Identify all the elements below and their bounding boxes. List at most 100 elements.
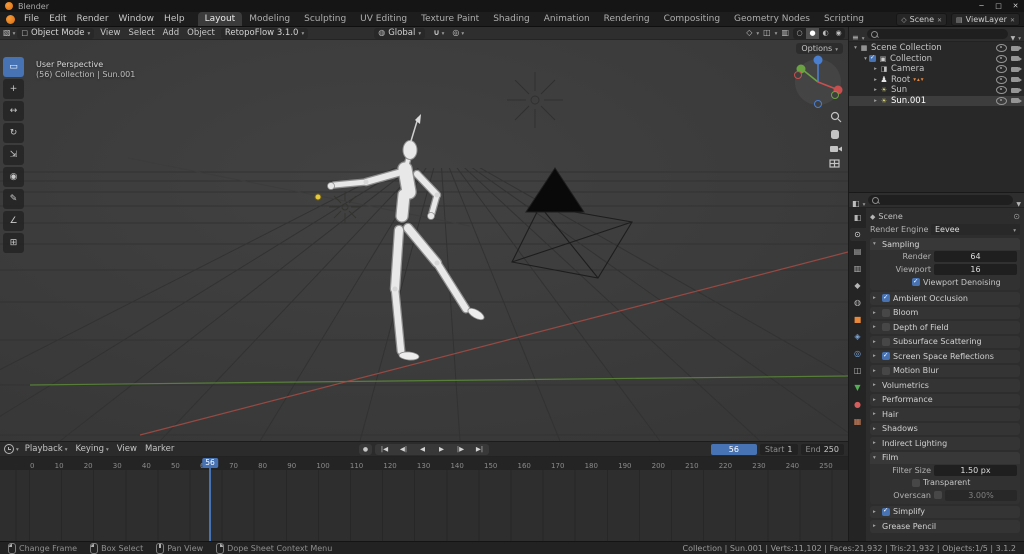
transparent-checkbox[interactable] [912,478,920,487]
properties-section-header[interactable]: ▸ Screen Space Reflections [870,350,1020,363]
properties-search[interactable] [868,195,1014,205]
frame-start-field[interactable]: Start 1 [759,443,798,455]
disable-in-renders-toggle[interactable] [1011,45,1022,51]
workspace-tab[interactable]: Animation [537,12,597,26]
viewport-denoising-checkbox[interactable] [912,277,920,286]
workspace-tab[interactable]: Sculpting [297,12,353,26]
tab-texture[interactable] [850,415,866,428]
shading-solid-button[interactable] [806,27,819,39]
retopoflow-dropdown[interactable]: RetopoFlow 3.1.0 [220,27,309,39]
tab-data[interactable] [850,381,866,394]
auto-keying-toggle[interactable] [359,443,372,455]
properties-section-header[interactable]: ▸ Performance [870,393,1020,406]
menubar-menu[interactable]: Render [72,12,114,26]
previous-keyframe-button[interactable] [394,444,413,455]
outliner-search[interactable] [867,29,1008,39]
outliner-row[interactable]: ▸ Sun.001 [849,95,1024,106]
dopesheet-track-area[interactable] [0,470,848,542]
disable-in-renders-toggle[interactable] [1011,56,1022,62]
transform-orientation-dropdown[interactable]: Global [374,27,426,39]
properties-section-header[interactable]: ▸ Hair [870,408,1020,421]
play-button[interactable] [432,444,451,455]
section-checkbox[interactable] [882,323,890,332]
workspace-tab[interactable]: Scripting [817,12,871,26]
sun001-selected-handle[interactable] [314,193,322,201]
film-section-header[interactable]: ▾ Film [870,451,1020,464]
maximize-button[interactable]: □ [990,0,1007,12]
timeline-menu[interactable]: Playback [21,444,72,454]
disable-in-renders-toggle[interactable] [1011,66,1022,72]
menubar-menu[interactable]: File [19,12,44,26]
viewport-samples-field[interactable]: 16 [934,264,1017,275]
hide-in-viewport-toggle[interactable] [996,54,1007,63]
overscan-checkbox[interactable] [934,491,942,499]
snap-magnet-toggle[interactable] [433,28,440,38]
outliner-row[interactable]: ▸ Sun [849,85,1024,96]
timeline-body[interactable]: 0102030405060708090100110120130140150160… [0,457,848,542]
tab-render[interactable] [849,228,866,241]
editor-type-3d-viewport-icon[interactable] [3,28,11,38]
tab-modifiers[interactable] [850,330,866,343]
properties-section-header[interactable]: ▸ Shadows [870,422,1020,435]
timeline-editor-caret-icon[interactable] [16,444,19,454]
timeline-menu[interactable]: Marker [141,444,178,454]
menubar-menu[interactable]: Help [159,12,190,26]
playhead-line[interactable] [209,468,211,542]
simplify-section-header[interactable]: ▸ Simplify [870,505,1020,518]
viewport-menu[interactable]: Select [124,28,158,38]
filter-size-field[interactable]: 1.50 px [934,464,1017,476]
render-samples-field[interactable]: 64 [934,251,1017,262]
disclosure-arrow-icon[interactable]: ▾ [862,56,869,62]
hide-in-viewport-toggle[interactable] [996,44,1007,53]
tab-output[interactable] [850,245,866,258]
hide-in-viewport-toggle[interactable] [996,96,1007,105]
tab-physics[interactable] [850,347,866,360]
snap-caret-icon[interactable] [442,28,445,38]
overlays-caret-icon[interactable] [775,28,778,38]
viewlayer-remove-button[interactable] [1010,15,1015,24]
properties-section-header[interactable]: ▸ Indirect Lighting [870,437,1020,450]
playhead-frame-badge[interactable]: 56 [202,458,218,468]
simplify-checkbox[interactable] [882,506,890,516]
frame-ruler[interactable]: 0102030405060708090100110120130140150160… [0,457,848,471]
disable-in-renders-toggle[interactable] [1011,77,1022,83]
disclosure-arrow-icon[interactable]: ▸ [872,77,879,83]
tab-object[interactable] [850,313,866,326]
shading-wireframe-button[interactable] [793,28,806,39]
current-frame-field[interactable]: 56 [710,443,757,455]
workspace-tab[interactable]: Modeling [242,12,297,26]
gizmos-caret-icon[interactable] [756,28,759,38]
cursor-tool[interactable] [3,79,24,99]
workspace-tab[interactable]: Compositing [657,12,727,26]
outliner-filter-icon[interactable] [1011,27,1016,44]
properties-section-header[interactable]: ▸ Bloom [870,306,1020,319]
pin-icon[interactable] [1013,212,1020,221]
tab-view-layer[interactable] [850,262,866,275]
xray-toggle[interactable] [781,28,789,38]
show-gizmos-toggle[interactable] [746,28,752,38]
outliner-row[interactable]: ▾ Collection [849,54,1024,65]
tab-constraints[interactable] [850,364,866,377]
properties-section-header[interactable]: ▸ Depth of Field [870,321,1020,334]
minimize-button[interactable]: ─ [973,0,990,12]
workspace-tab[interactable]: Geometry Nodes [727,12,817,26]
shading-rendered-button[interactable] [832,28,845,39]
menubar-menu[interactable]: Window [114,12,160,26]
viewport-menu[interactable]: Object [183,28,219,38]
add-cube-tool[interactable] [3,233,24,253]
measure-tool[interactable] [3,211,24,231]
editor-type-caret-icon[interactable] [13,28,16,38]
properties-section-header[interactable]: ▸ Motion Blur [870,364,1020,377]
section-checkbox[interactable] [882,366,890,375]
disclosure-arrow-icon[interactable]: ▾ [852,45,859,51]
close-button[interactable]: ✕ [1007,0,1024,12]
render-engine-dropdown[interactable]: Eevee [931,224,1020,235]
outliner-editor-icon[interactable] [852,27,859,44]
proportional-caret-icon[interactable] [461,28,464,38]
shading-material-button[interactable] [819,28,832,39]
workspace-tab[interactable]: Shading [486,12,537,26]
section-checkbox[interactable] [882,337,890,346]
hide-in-viewport-toggle[interactable] [996,65,1007,74]
menubar-menu[interactable]: Edit [44,12,71,26]
tab-tool[interactable] [850,211,866,224]
